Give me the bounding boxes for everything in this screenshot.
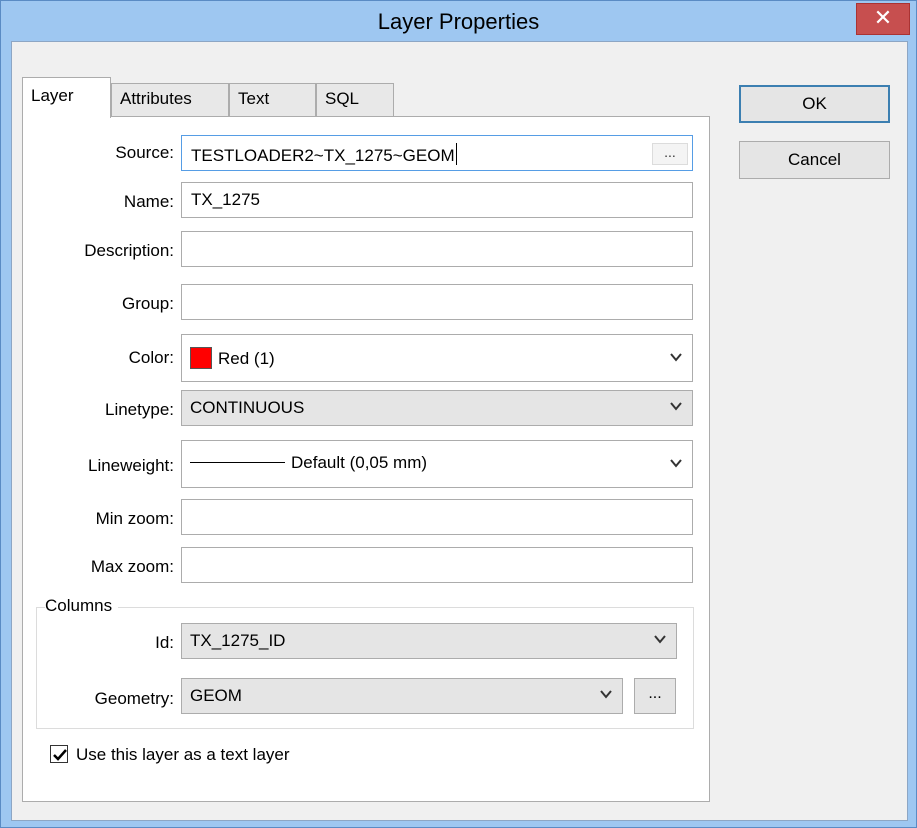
- text-layer-checkbox-label[interactable]: Use this layer as a text layer: [76, 745, 290, 765]
- geometry-browse-button[interactable]: ...: [634, 678, 676, 714]
- close-button[interactable]: ✕: [856, 3, 910, 35]
- text-layer-checkbox[interactable]: [50, 745, 68, 763]
- tab-attributes[interactable]: Attributes: [111, 83, 229, 116]
- tab-text[interactable]: Text: [229, 83, 316, 116]
- linetype-label: Linetype:: [105, 400, 174, 419]
- linetype-value: CONTINUOUS: [190, 398, 305, 417]
- ok-button[interactable]: OK: [739, 85, 890, 123]
- chevron-down-icon: [670, 458, 682, 470]
- min-zoom-label: Min zoom:: [95, 509, 174, 528]
- chevron-down-icon: [600, 689, 612, 701]
- id-column-dropdown[interactable]: TX_1275_ID: [181, 623, 677, 659]
- source-browse-button[interactable]: ...: [652, 143, 688, 165]
- tab-layer[interactable]: Layer: [22, 77, 111, 118]
- color-value: Red (1): [218, 349, 275, 368]
- source-label: Source:: [115, 143, 174, 162]
- lineweight-label: Lineweight:: [87, 456, 174, 475]
- id-label: Id:: [155, 633, 174, 652]
- max-zoom-label: Max zoom:: [90, 557, 174, 576]
- geometry-label: Geometry:: [94, 689, 174, 708]
- lineweight-dropdown[interactable]: Default (0,05 mm): [181, 440, 693, 488]
- color-label: Color:: [128, 348, 174, 367]
- cancel-button[interactable]: Cancel: [739, 141, 890, 179]
- source-value: TESTLOADER2~TX_1275~GEOM: [191, 146, 455, 165]
- group-field[interactable]: [181, 284, 693, 320]
- tab-label: Attributes: [120, 89, 192, 108]
- text-caret: [455, 143, 457, 165]
- id-column-value: TX_1275_ID: [190, 631, 286, 650]
- color-dropdown[interactable]: Red (1): [181, 334, 693, 382]
- title-bar[interactable]: Layer Properties ✕: [1, 1, 916, 41]
- description-field[interactable]: [181, 231, 693, 267]
- close-icon: ✕: [873, 5, 893, 30]
- dialog-title: Layer Properties: [377, 9, 540, 34]
- name-label: Name:: [123, 192, 174, 211]
- lineweight-value: Default (0,05 mm): [291, 453, 428, 472]
- geometry-column-dropdown[interactable]: GEOM: [181, 678, 623, 714]
- chevron-down-icon: [654, 634, 666, 646]
- line-sample-icon: [190, 462, 285, 463]
- min-zoom-field[interactable]: [181, 499, 693, 535]
- tab-label: SQL: [325, 89, 360, 108]
- max-zoom-field[interactable]: [181, 547, 693, 583]
- columns-group-label: Columns: [45, 596, 119, 616]
- linetype-dropdown[interactable]: CONTINUOUS: [181, 390, 693, 426]
- name-field[interactable]: TX_1275: [181, 182, 693, 218]
- name-value: TX_1275: [191, 190, 260, 209]
- geometry-column-value: GEOM: [190, 686, 242, 705]
- description-label: Description:: [84, 241, 174, 260]
- chevron-down-icon: [670, 352, 682, 364]
- tab-label: Text: [238, 89, 270, 108]
- group-label: Group:: [122, 294, 174, 313]
- tab-label: Layer: [31, 86, 74, 105]
- tab-sql[interactable]: SQL: [316, 83, 394, 116]
- source-field[interactable]: TESTLOADER2~TX_1275~GEOM ...: [181, 135, 693, 171]
- color-swatch: [190, 347, 212, 369]
- checkmark-icon: [53, 749, 67, 761]
- chevron-down-icon: [670, 401, 682, 413]
